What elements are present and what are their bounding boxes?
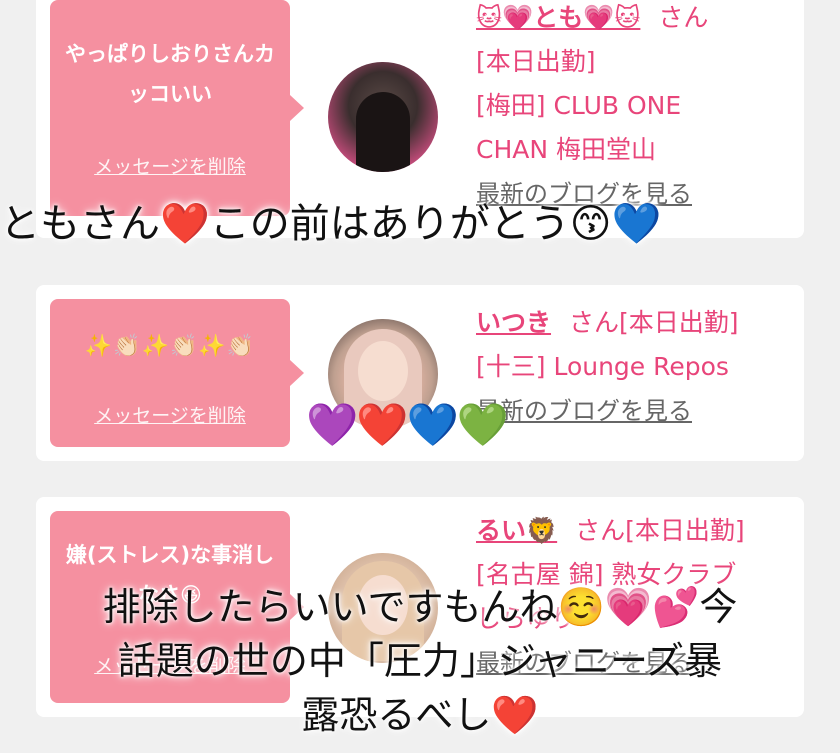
message-bubble: やっぱりしおりさんカッコいい メッセージを削除 [50, 0, 304, 216]
avatar-figure [356, 92, 410, 172]
cast-shop: [十三] Lounge Repos [476, 352, 729, 381]
overlay-caption: ともさん❤️この前はありがとう😙💙 [0, 201, 662, 247]
cast-status: [本日出勤] [476, 47, 596, 76]
cast-shop: CHAN 梅田堂山 [476, 135, 657, 164]
hearts-sticker: 💜❤️💙💚 [306, 400, 509, 449]
avatar[interactable] [328, 62, 438, 172]
avatar-face [358, 341, 408, 401]
cast-name-link[interactable]: いつき [476, 308, 551, 337]
delete-message-link[interactable]: メッセージを削除 [50, 401, 290, 428]
overlay-caption-line: 露恐るべし❤️ [301, 693, 539, 737]
latest-blog-link[interactable]: 最新のブログを見る [476, 389, 796, 433]
overlay-caption-line: 排除したらいいですもんね☺️💗💕今 [102, 585, 738, 629]
message-text: やっぱりしおりさんカッコいい [65, 42, 275, 106]
overlay-caption: 排除したらいいですもんね☺️💗💕今 話題の世の中「圧力」ジャニーズ暴 露恐るべし… [0, 580, 840, 742]
cast-info: 🐱💗とも💗🐱 さん [本日出勤] [梅田] CLUB ONE CHAN 梅田堂山 … [476, 0, 796, 216]
message-bubble: ✨👏🏻✨👏🏻✨👏🏻 メッセージを削除 [50, 299, 304, 447]
cast-name-link[interactable]: 🐱💗とも💗🐱 [476, 3, 640, 32]
delete-message-link[interactable]: メッセージを削除 [50, 152, 290, 179]
overlay-caption-line: 話題の世の中「圧力」ジャニーズ暴 [117, 639, 723, 683]
message-list-screen: やっぱりしおりさんカッコいい メッセージを削除 🐱💗とも💗🐱 さん [本日出勤] … [0, 0, 840, 753]
cast-info: いつき さん[本日出勤] [十三] Lounge Repos 最新のブログを見る [476, 301, 796, 433]
san-label: さん[本日出勤] [575, 516, 745, 545]
cast-shop: [梅田] CLUB ONE [476, 91, 682, 120]
san-label: さん[本日出勤] [569, 308, 739, 337]
message-text: ✨👏🏻✨👏🏻✨👏🏻 [84, 334, 256, 359]
san-label: さん [658, 3, 709, 32]
cast-name-link[interactable]: るい🦁 [476, 516, 557, 545]
